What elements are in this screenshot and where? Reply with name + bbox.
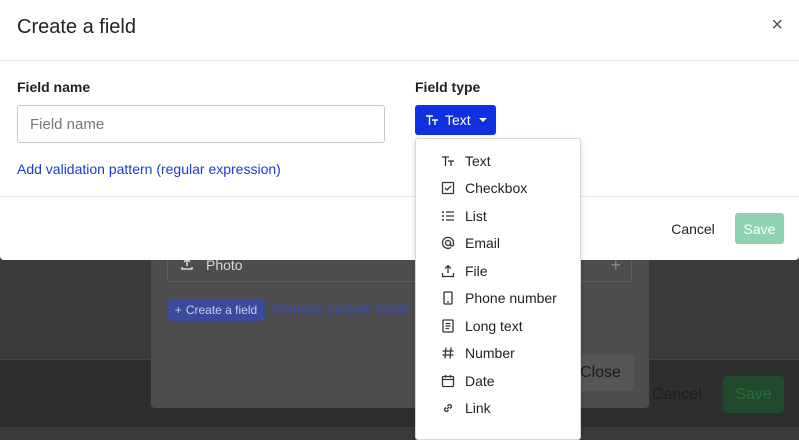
modal-title: Create a field [17, 16, 136, 38]
field-name-input[interactable] [17, 105, 385, 143]
menu-item-label: Link [465, 399, 491, 416]
field-type-label: Field type [415, 79, 481, 95]
background-save-button: Save [723, 376, 784, 413]
caret-down-icon [478, 118, 487, 122]
text-icon [425, 113, 439, 127]
menu-item-label: Email [465, 234, 501, 251]
upload-icon [441, 264, 455, 278]
plus-icon: + [174, 303, 182, 317]
menu-item-date[interactable]: Date [416, 367, 580, 394]
menu-item-label: Checkbox [465, 179, 528, 196]
menu-item-checkbox[interactable]: Checkbox [416, 174, 580, 201]
menu-item-email[interactable]: Email [416, 229, 580, 256]
save-button[interactable]: Save [735, 213, 784, 244]
menu-item-label: List [465, 207, 487, 224]
add-validation-pattern-link[interactable]: Add validation pattern (regular expressi… [17, 161, 281, 177]
menu-item-text[interactable]: Text [416, 147, 580, 174]
close-icon[interactable]: × [771, 14, 783, 37]
cancel-button[interactable]: Cancel [664, 213, 722, 245]
menu-item-label: Date [465, 372, 495, 389]
hash-icon [441, 346, 455, 360]
menu-item-label: Text [465, 152, 491, 169]
list-icon [441, 209, 455, 223]
background-manage-custom-fields-link: Manage custom fields [273, 300, 410, 316]
menu-item-file[interactable]: File [416, 257, 580, 284]
menu-item-label: Long text [465, 317, 523, 334]
at-icon [441, 236, 455, 250]
menu-item-label: File [465, 262, 488, 279]
menu-item-number[interactable]: Number [416, 339, 580, 366]
checkbox-icon [441, 181, 455, 195]
calendar-icon [441, 374, 455, 388]
menu-item-list[interactable]: List [416, 202, 580, 229]
menu-item-link[interactable]: Link [416, 394, 580, 421]
menu-item-label: Phone number [465, 289, 557, 306]
link-icon [441, 401, 455, 415]
background-cancel-button: Cancel [652, 386, 702, 403]
menu-item-label: Number [465, 344, 515, 361]
document-icon [441, 318, 455, 333]
field-type-dropdown-button[interactable]: Text [415, 105, 496, 135]
menu-item-long-text[interactable]: Long text [416, 312, 580, 339]
modal-header: Create a field × [0, 0, 799, 61]
phone-icon [441, 290, 455, 305]
menu-item-phone-number[interactable]: Phone number [416, 284, 580, 311]
field-type-menu: Text Checkbox List Email File Phone numb… [415, 138, 581, 440]
text-icon [441, 154, 455, 168]
create-field-modal: Create a field × Field name Add validati… [0, 0, 799, 260]
background-create-field-button: + Create a field [167, 299, 265, 321]
field-name-label: Field name [17, 79, 91, 95]
field-type-selected: Text [445, 112, 471, 128]
